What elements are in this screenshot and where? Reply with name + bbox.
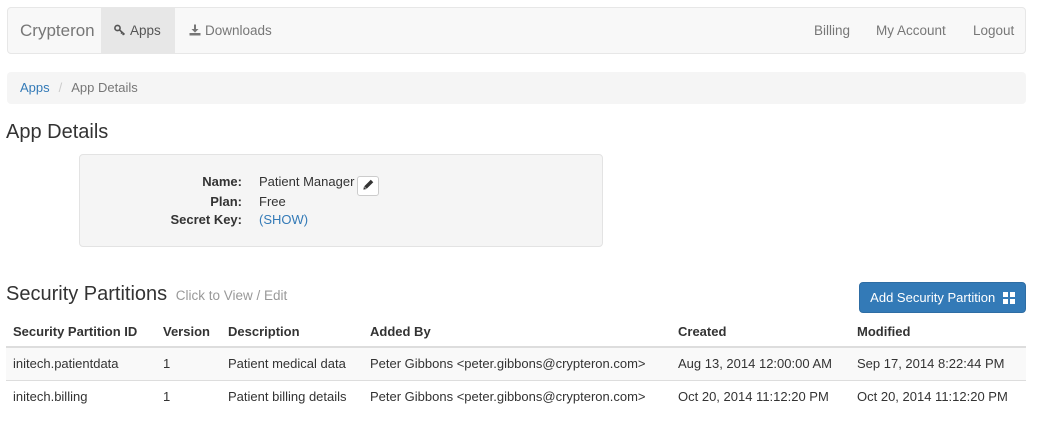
col-created: Created <box>671 316 850 348</box>
table-header-row: Security Partition ID Version Descriptio… <box>6 316 1026 348</box>
nav-logout[interactable]: Logout <box>973 8 1014 53</box>
col-version: Version <box>156 316 221 348</box>
detail-row-plan: Plan: Free <box>80 192 602 212</box>
add-button-label: Add Security Partition <box>870 290 996 305</box>
top-navbar: Crypteron Apps Downloads Billing My Acco… <box>7 7 1026 54</box>
security-partitions-heading: Security Partitions Click to View / Edit <box>6 283 287 306</box>
name-label: Name: <box>202 174 242 189</box>
nav-downloads-label: Downloads <box>205 23 272 38</box>
cell-description: Patient billing details <box>221 379 363 413</box>
cell-modified: Sep 17, 2014 8:22:44 PM <box>850 346 1026 380</box>
download-icon <box>189 9 202 54</box>
cell-added-by: Peter Gibbons <peter.gibbons@crypteron.c… <box>363 379 671 413</box>
detail-row-name: Name: Patient Manager <box>80 172 602 196</box>
cell-version: 1 <box>156 346 221 380</box>
nav-apps-label: Apps <box>130 23 161 38</box>
cell-description: Patient medical data <box>221 346 363 380</box>
app-details-panel: Name: Patient Manager Plan: Free Secret … <box>79 154 603 247</box>
nav-my-account[interactable]: My Account <box>876 8 946 53</box>
breadcrumb: Apps / App Details <box>7 72 1026 104</box>
cell-version: 1 <box>156 379 221 413</box>
brand-logo-text[interactable]: Crypteron <box>20 21 95 41</box>
section-hint: Click to View / Edit <box>175 288 288 303</box>
detail-row-secret-key: Secret Key: (SHOW) <box>80 210 602 230</box>
secret-key-label: Secret Key: <box>170 212 242 227</box>
col-modified: Modified <box>850 316 1026 348</box>
show-secret-key-link[interactable]: (SHOW) <box>259 210 308 230</box>
nav-apps[interactable]: Apps <box>101 8 175 53</box>
col-added-by: Added By <box>363 316 671 348</box>
plan-value: Free <box>259 194 286 209</box>
nav-billing[interactable]: Billing <box>814 8 850 53</box>
pencil-icon <box>363 179 374 190</box>
app-name-value: Patient Manager <box>259 174 355 189</box>
page-title: App Details <box>6 121 109 143</box>
section-title-text: Security Partitions <box>6 283 168 305</box>
table-row[interactable]: initech.patientdata 1 Patient medical da… <box>6 346 1026 380</box>
cell-partition-id: initech.patientdata <box>6 346 156 380</box>
security-partitions-table: Security Partition ID Version Descriptio… <box>6 316 1026 413</box>
add-security-partition-button[interactable]: Add Security Partition <box>859 282 1026 313</box>
grid-icon <box>1002 285 1015 314</box>
cell-added-by: Peter Gibbons <peter.gibbons@crypteron.c… <box>363 346 671 380</box>
cell-created: Aug 13, 2014 12:00:00 AM <box>671 346 850 380</box>
table-row[interactable]: initech.billing 1 Patient billing detail… <box>6 379 1026 413</box>
cell-modified: Oct 20, 2014 11:12:20 PM <box>850 379 1026 413</box>
breadcrumb-separator: / <box>58 80 63 95</box>
cell-created: Oct 20, 2014 11:12:20 PM <box>671 379 850 413</box>
breadcrumb-apps-link[interactable]: Apps <box>20 80 50 95</box>
col-description: Description <box>221 316 363 348</box>
col-partition-id: Security Partition ID <box>6 316 156 348</box>
cell-partition-id: initech.billing <box>6 379 156 413</box>
nav-downloads[interactable]: Downloads <box>175 8 272 53</box>
key-icon <box>114 9 127 54</box>
breadcrumb-current: App Details <box>71 80 138 95</box>
plan-label: Plan: <box>210 194 242 209</box>
